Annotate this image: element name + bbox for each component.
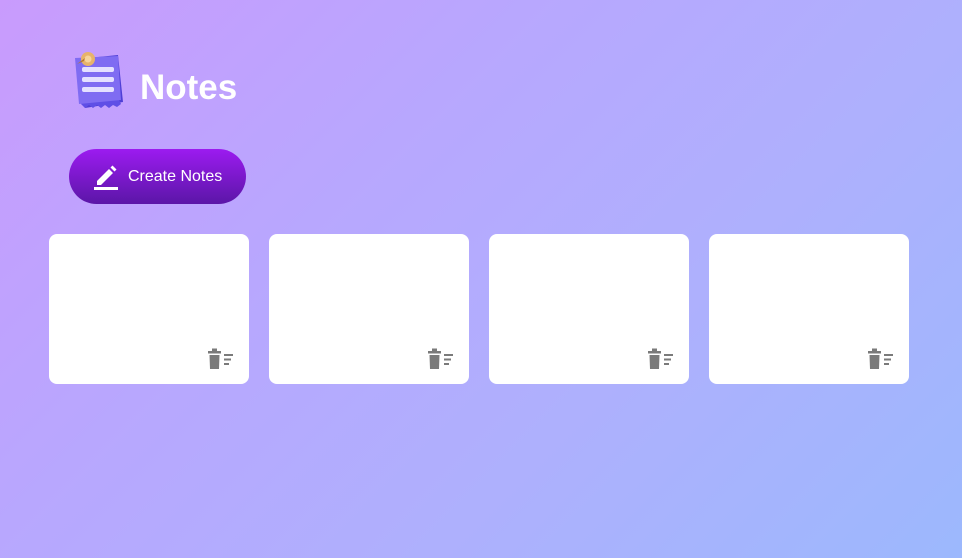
note-card[interactable] [489,234,689,384]
page-title: Notes [140,68,238,107]
delete-sweep-icon[interactable] [208,348,235,369]
notes-logo-icon [75,52,123,108]
create-notes-label: Create Notes [128,167,223,185]
note-text[interactable] [283,246,455,344]
delete-sweep-icon[interactable] [428,348,455,369]
delete-sweep-icon[interactable] [648,348,675,369]
create-notes-button[interactable]: Create Notes [69,149,246,204]
note-card[interactable] [269,234,469,384]
app-header: Notes [72,50,237,112]
note-card[interactable] [709,234,909,384]
note-card[interactable] [49,234,249,384]
note-text[interactable] [63,246,235,344]
note-text[interactable] [723,246,895,344]
notes-container [49,234,909,384]
delete-sweep-icon[interactable] [868,348,895,369]
note-text[interactable] [503,246,675,344]
edit-icon [94,165,118,190]
